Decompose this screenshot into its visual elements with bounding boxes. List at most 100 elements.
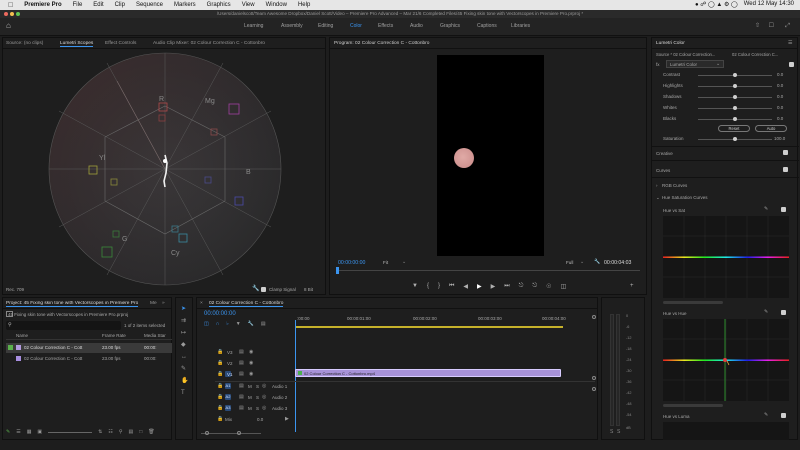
slip-tool-icon[interactable]: ↔	[181, 354, 187, 360]
timeline-vertical-scroll[interactable]	[592, 312, 596, 432]
status-icons[interactable]: ● ☍ ◯ ▲ ⚙ ◯	[695, 1, 738, 8]
snap-icon[interactable]: ∩	[216, 321, 220, 328]
blacks-slider[interactable]	[698, 117, 772, 121]
mark-out-icon[interactable]: }	[438, 283, 440, 291]
auto-button[interactable]: Auto	[755, 125, 787, 132]
fullscreen-icon[interactable]: ⤢	[785, 23, 790, 29]
curves-checkbox[interactable]	[783, 167, 788, 172]
col-frame-rate[interactable]: Frame Rate	[102, 333, 126, 338]
contrast-value[interactable]: 0.0	[777, 72, 783, 77]
tab-project[interactable]: Project: 45 Fixing skin tone with Vector…	[6, 301, 139, 307]
home-icon[interactable]: ⌂	[6, 22, 11, 30]
solo-button[interactable]: S	[256, 384, 259, 389]
timeline-ruler[interactable]: :00:00 00:00:01:00 00:00:02:00 00:00:03:…	[295, 314, 566, 324]
lumetri-menu-icon[interactable]: ☰	[788, 41, 792, 46]
saturation-slider[interactable]	[698, 137, 772, 141]
video-clip[interactable]: 02 Colour Correction C - Cottonbro.mp4	[295, 369, 561, 377]
tab-effect-controls[interactable]: Effect Controls	[105, 41, 136, 46]
track-label[interactable]: V2	[227, 361, 233, 366]
hue-vs-luma-curve[interactable]	[663, 422, 789, 440]
sync-lock-icon[interactable]: ▤	[239, 371, 244, 377]
export-frame-icon[interactable]: ☉	[546, 283, 551, 291]
hue-sat-curves-toggle[interactable]: Hue Saturation Curves	[662, 195, 708, 200]
menu-sequence[interactable]: Sequence	[136, 2, 163, 8]
work-area-bar[interactable]	[295, 326, 563, 328]
rgb-curves-chevron-icon[interactable]: ›	[656, 183, 658, 188]
sync-lock-icon[interactable]: ▤	[239, 349, 244, 355]
mute-button[interactable]: M	[248, 384, 252, 389]
mic-icon[interactable]: ◎	[262, 383, 266, 389]
workspace-audio[interactable]: Audio	[410, 23, 423, 29]
menu-graphics[interactable]: Graphics	[207, 2, 231, 8]
find-icon[interactable]: ⚲	[119, 429, 123, 437]
highlights-value[interactable]: 0.0	[777, 83, 783, 88]
tab-source[interactable]: Source: (no clips)	[6, 41, 43, 46]
add-button-icon[interactable]: +	[630, 283, 634, 289]
tab-sequence[interactable]: 02 Colour Correction C - Cottonbro	[209, 301, 284, 307]
section-creative[interactable]: Creative	[656, 151, 673, 156]
rgb-curves-toggle[interactable]: RGB Curves	[662, 183, 687, 188]
type-tool-icon[interactable]: T	[181, 390, 185, 396]
reset-button[interactable]: Reset	[718, 125, 750, 132]
lock-icon[interactable]: 🔒	[217, 383, 223, 389]
eyedropper-icon[interactable]: ✎	[764, 206, 768, 212]
zoom-slider[interactable]	[48, 429, 93, 433]
workspace-learning[interactable]: Learning	[244, 23, 263, 29]
menu-edit[interactable]: Edit	[93, 2, 103, 8]
step-forward-icon[interactable]: ▶	[491, 283, 496, 291]
lock-icon[interactable]: 🔒	[217, 416, 223, 422]
lumetri-target[interactable]: 02 Colour Correction C...	[732, 52, 778, 57]
track-label[interactable]: A2	[225, 394, 231, 400]
workspace-color[interactable]: Color	[350, 23, 362, 29]
settings-wrench-icon[interactable]: 🔧	[594, 259, 600, 265]
eye-icon[interactable]: ◉	[249, 360, 253, 366]
lock-icon[interactable]: 🔒	[217, 371, 223, 377]
panel-more-icon[interactable]: »	[162, 301, 165, 306]
go-to-in-icon[interactable]: ⏮	[449, 283, 454, 291]
timeline-zoom-scroll[interactable]	[201, 431, 261, 437]
hue-vs-luma-checkbox[interactable]	[781, 413, 786, 418]
workspace-effects[interactable]: Effects	[378, 23, 393, 29]
mic-icon[interactable]: ◎	[262, 405, 266, 411]
solo-button[interactable]: S	[256, 395, 259, 400]
captions-icon[interactable]: ▤	[261, 321, 266, 328]
shadows-value[interactable]: 0.0	[777, 94, 783, 99]
timeline-timecode[interactable]: 00:00:00:00	[204, 311, 236, 317]
track-label[interactable]: A1	[225, 383, 231, 389]
zoom-window-icon[interactable]	[16, 12, 20, 16]
timeline-settings-icon[interactable]: 🔧	[248, 321, 254, 328]
razor-tool-icon[interactable]: ◆	[181, 342, 186, 348]
project-search-input[interactable]: ⚲	[6, 321, 121, 330]
program-timecode[interactable]: 00:00:00:00	[338, 260, 365, 266]
section-curves[interactable]: Curves	[656, 168, 670, 173]
workspace-assembly[interactable]: Assembly	[281, 23, 303, 29]
lumetri-source[interactable]: Source * 02 Colour Correction...	[656, 52, 715, 57]
contrast-slider[interactable]	[698, 73, 772, 77]
sort-icon[interactable]: ⇅	[98, 429, 102, 437]
solo-right-button[interactable]: S	[617, 429, 620, 435]
clock[interactable]: Wed 12 May 14:30	[744, 1, 794, 8]
program-video-frame[interactable]	[437, 55, 544, 256]
fit-select[interactable]: Fit	[383, 260, 388, 265]
tab-audio-clip-mixer[interactable]: Audio Clip Mixer: 02 Colour Correction C…	[153, 41, 265, 46]
curve-scroll[interactable]	[663, 404, 723, 407]
mic-icon[interactable]: ◎	[262, 394, 266, 400]
track-label[interactable]: V3	[227, 350, 233, 355]
solo-button[interactable]: S	[256, 406, 259, 411]
workspace-captions[interactable]: Captions	[477, 23, 497, 29]
preset-select[interactable]: Lumetri Color ⌄	[666, 60, 724, 68]
whites-slider[interactable]	[698, 106, 772, 110]
bit-depth-select[interactable]: 8 Bit	[304, 287, 313, 292]
list-item[interactable]: 02 Colour Correction C - Cott 23.00 fps …	[6, 343, 172, 353]
icon-view-icon[interactable]: ▦	[27, 429, 32, 437]
hue-vs-sat-checkbox[interactable]	[781, 207, 786, 212]
lock-icon[interactable]: 🔒	[217, 394, 223, 400]
mute-button[interactable]: M	[248, 406, 252, 411]
program-title[interactable]: Program: 02 Colour Correction C - Cotton…	[334, 41, 429, 46]
program-scrubber[interactable]	[336, 270, 640, 271]
workspace-editing[interactable]: Editing	[318, 23, 333, 29]
lock-icon[interactable]: 🔒	[217, 405, 223, 411]
add-marker-timeline-icon[interactable]: ▼	[236, 321, 241, 328]
sync-lock-icon[interactable]: ▤	[239, 360, 244, 366]
solo-left-button[interactable]: S	[610, 429, 613, 435]
